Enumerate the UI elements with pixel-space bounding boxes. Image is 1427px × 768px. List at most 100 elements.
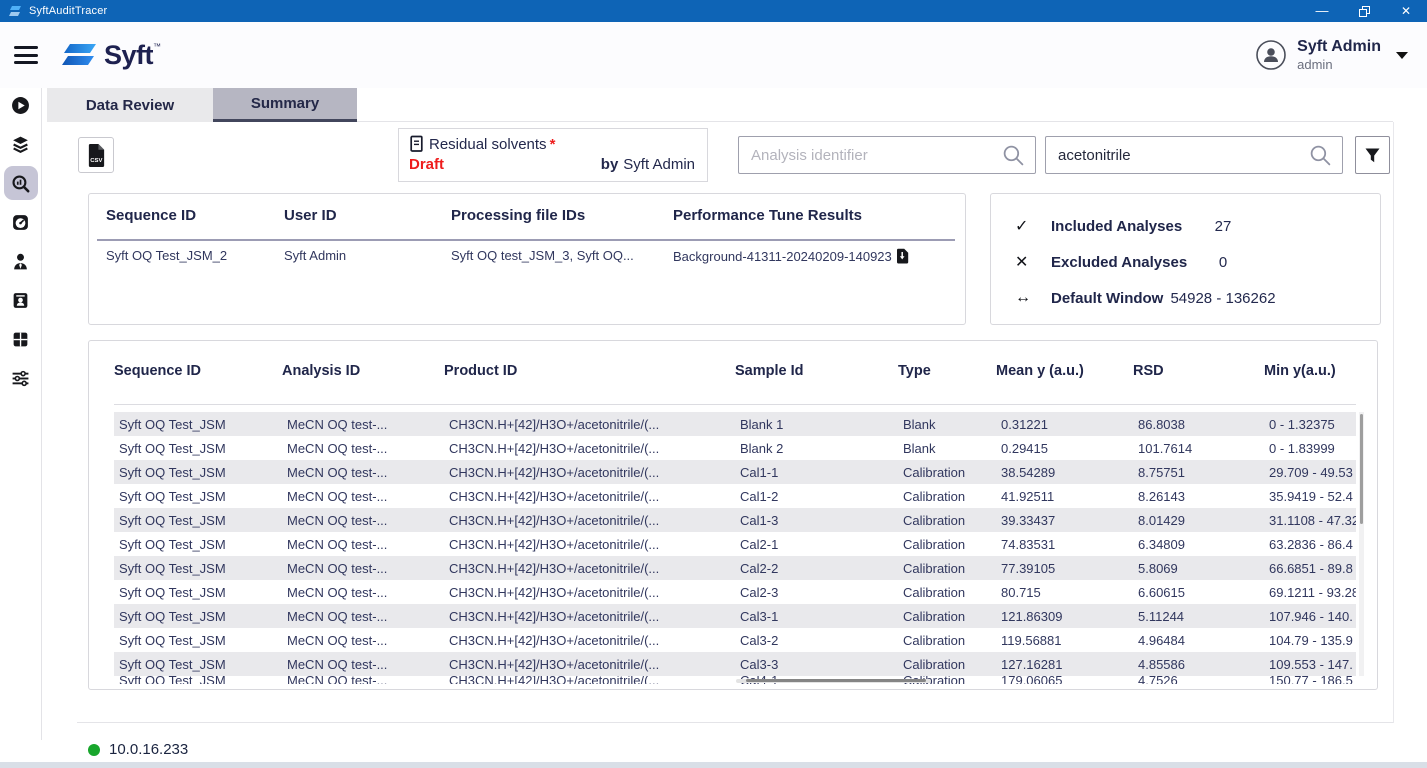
table-cell: Cal1-2 [735, 489, 898, 504]
download-file-icon[interactable] [896, 248, 909, 264]
table-cell: 0 - 1.83999 [1264, 441, 1356, 456]
table-cell: 109.553 - 147. [1264, 657, 1356, 672]
filter-funnel-icon [1364, 147, 1381, 164]
table-row[interactable]: Syft OQ Test_JSMMeCN OQ test-...CH3CN.H+… [114, 676, 1356, 684]
table-row[interactable]: Syft OQ Test_JSMMeCN OQ test-...CH3CN.H+… [114, 508, 1356, 532]
minimize-button[interactable]: — [1301, 0, 1343, 22]
table-cell: Calibration [898, 513, 996, 528]
user-role: admin [1297, 57, 1381, 72]
table-row[interactable]: Syft OQ Test_JSMMeCN OQ test-...CH3CN.H+… [114, 436, 1356, 460]
col-header-sample-id[interactable]: Sample Id [735, 363, 898, 379]
table-cell: 29.709 - 49.53 [1264, 465, 1356, 480]
user-menu[interactable]: Syft Admin admin [1255, 38, 1409, 72]
check-icon: ✓ [1015, 216, 1037, 236]
table-cell: Calibration [898, 633, 996, 648]
brand-logo: Syft ™ [60, 40, 161, 70]
hamburger-menu-icon[interactable] [14, 46, 38, 64]
filter-button[interactable] [1355, 136, 1390, 174]
sidebar-item-tune[interactable] [4, 361, 38, 395]
table-cell: CH3CN.H+[42]/H3O+/acetonitrile/(... [444, 489, 735, 504]
col-header-rsd[interactable]: RSD [1133, 363, 1264, 379]
table-row[interactable]: Syft OQ Test_JSMMeCN OQ test-...CH3CN.H+… [114, 484, 1356, 508]
table-cell: MeCN OQ test-... [282, 676, 444, 684]
table-cell: CH3CN.H+[42]/H3O+/acetonitrile/(... [444, 633, 735, 648]
user-id-value: Syft Admin [284, 248, 451, 264]
sidebar-item-layers[interactable] [4, 127, 38, 161]
table-row[interactable]: Syft OQ Test_JSMMeCN OQ test-...CH3CN.H+… [114, 460, 1356, 484]
tab-data-review[interactable]: Data Review [47, 88, 213, 122]
analysis-search-box [738, 136, 1036, 174]
col-header-product-id[interactable]: Product ID [444, 363, 735, 379]
table-row[interactable]: Syft OQ Test_JSMMeCN OQ test-...CH3CN.H+… [114, 652, 1356, 676]
col-header-min-y[interactable]: Min y(a.u.) [1264, 363, 1356, 379]
report-author: Syft Admin [623, 156, 695, 173]
table-cell: 0.29415 [996, 441, 1133, 456]
col-header-analysis-id[interactable]: Analysis ID [282, 363, 444, 379]
sidebar-item-contact-card[interactable] [4, 283, 38, 317]
included-analyses-value: 27 [1153, 218, 1293, 235]
table-cell: Syft OQ Test_JSM [114, 513, 282, 528]
search-icon[interactable] [1002, 144, 1025, 167]
table-cell: Calibration [898, 537, 996, 552]
export-csv-button[interactable]: CSV [78, 137, 114, 173]
vertical-scrollbar-thumb[interactable] [1360, 414, 1363, 524]
table-cell: 104.79 - 135.9 [1264, 633, 1356, 648]
excluded-analyses-value: 0 [1153, 254, 1293, 271]
tab-summary[interactable]: Summary [213, 88, 357, 122]
user-name: Syft Admin [1297, 38, 1381, 56]
sidebar-item-gauge[interactable] [4, 205, 38, 239]
app-logo-icon [9, 5, 22, 17]
table-row[interactable]: Syft OQ Test_JSMMeCN OQ test-...CH3CN.H+… [114, 412, 1356, 436]
table-cell: Syft OQ Test_JSM [114, 657, 282, 672]
user-tie-icon [11, 252, 30, 271]
tab-row-divider [357, 121, 1393, 122]
sidebar-item-play[interactable] [4, 88, 38, 122]
table-cell: MeCN OQ test-... [282, 489, 444, 504]
horizontal-scrollbar-thumb[interactable] [746, 679, 926, 682]
table-cell: 0.31221 [996, 417, 1133, 432]
search-icon[interactable] [1309, 144, 1332, 167]
table-cell: MeCN OQ test-... [282, 537, 444, 552]
table-row[interactable]: Syft OQ Test_JSMMeCN OQ test-...CH3CN.H+… [114, 580, 1356, 604]
table-row[interactable]: Syft OQ Test_JSMMeCN OQ test-...CH3CN.H+… [114, 532, 1356, 556]
table-cell: 35.9419 - 52.4 [1264, 489, 1356, 504]
server-ip: 10.0.16.233 [109, 741, 188, 758]
layers-icon [11, 135, 30, 154]
col-header-sequence-id[interactable]: Sequence ID [114, 363, 282, 379]
table-cell: 74.83531 [996, 537, 1133, 552]
info-header-user-id: User ID [284, 207, 451, 229]
sidebar-item-analysis-search[interactable] [4, 166, 38, 200]
tune-sliders-icon [11, 369, 30, 388]
info-divider [97, 239, 955, 241]
table-cell: CH3CN.H+[42]/H3O+/acetonitrile/(... [444, 537, 735, 552]
report-status-panel[interactable]: Residual solvents * Draft bySyft Admin [398, 128, 708, 182]
table-cell: 4.96484 [1133, 633, 1264, 648]
close-button[interactable]: ✕ [1385, 0, 1427, 22]
left-right-arrow-icon: ↔ [1015, 289, 1037, 307]
analysis-search-icon [11, 174, 30, 193]
sidebar-item-user-admin[interactable] [4, 244, 38, 278]
content-bottom-border [77, 722, 1393, 723]
sidebar-item-grid[interactable] [4, 322, 38, 356]
table-cell: 38.54289 [996, 465, 1133, 480]
contact-card-icon [11, 291, 30, 310]
table-cell: 121.86309 [996, 609, 1133, 624]
col-header-type[interactable]: Type [898, 363, 996, 379]
table-cell: MeCN OQ test-... [282, 465, 444, 480]
table-cell: Calibration [898, 489, 996, 504]
play-circle-icon [11, 96, 30, 115]
restore-button[interactable] [1343, 0, 1385, 22]
table-row[interactable]: Syft OQ Test_JSMMeCN OQ test-...CH3CN.H+… [114, 604, 1356, 628]
table-cell: 66.6851 - 89.8 [1264, 561, 1356, 576]
table-row[interactable]: Syft OQ Test_JSMMeCN OQ test-...CH3CN.H+… [114, 628, 1356, 652]
table-cell: Calibration [898, 465, 996, 480]
table-cell: 63.2836 - 86.4 [1264, 537, 1356, 552]
excluded-analyses-row: ✕ Excluded Analyses 0 [991, 244, 1380, 280]
info-header-processing-file-ids: Processing file IDs [451, 207, 673, 229]
analysis-identifier-input[interactable] [739, 147, 1002, 164]
col-header-mean-y[interactable]: Mean y (a.u.) [996, 363, 1133, 379]
compound-search-input[interactable] [1046, 147, 1309, 164]
table-cell: 5.11244 [1133, 609, 1264, 624]
table-row[interactable]: Syft OQ Test_JSMMeCN OQ test-...CH3CN.H+… [114, 556, 1356, 580]
content-right-border [1393, 122, 1394, 723]
